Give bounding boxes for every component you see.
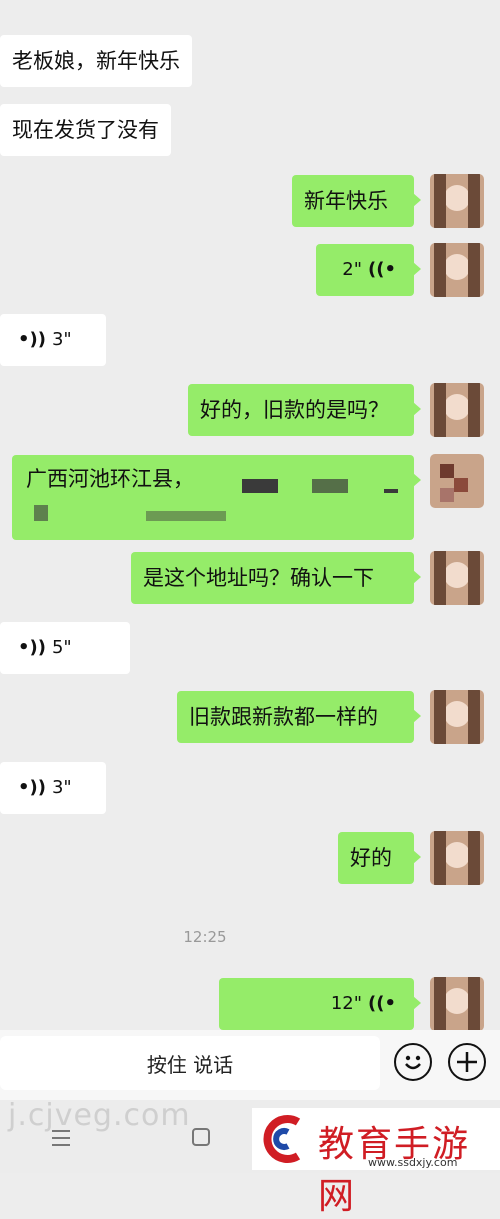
message-text: 旧款跟新款都一样的 <box>189 704 378 729</box>
redacted-block <box>34 505 48 521</box>
timestamp: 12:25 <box>183 928 227 946</box>
hold-to-talk-button[interactable]: 按住 说话 <box>0 1036 380 1090</box>
add-button[interactable] <box>448 1043 486 1081</box>
avatar[interactable] <box>430 383 484 437</box>
message-bubble-left[interactable]: 老板娘，新年快乐 <box>0 35 192 87</box>
voice-message-right[interactable]: 2" ((• <box>316 244 421 296</box>
message-bubble-right[interactable]: 好的，旧款的是吗？ <box>188 384 421 436</box>
message-text: 是这个地址吗？确认一下 <box>143 565 374 590</box>
home-icon[interactable] <box>190 1126 212 1148</box>
message-bubble-right[interactable]: 好的 <box>338 832 421 884</box>
message-text: 新年快乐 <box>304 188 388 213</box>
voice-duration: 2" <box>342 259 363 280</box>
redacted-block <box>242 479 278 493</box>
emoji-icon <box>405 1055 421 1070</box>
address-text: 广西河池环江县， <box>26 467 194 491</box>
avatar[interactable] <box>430 174 484 228</box>
voice-message-right[interactable]: 12" ((• <box>219 978 421 1030</box>
avatar[interactable] <box>430 831 484 885</box>
message-text: 好的，旧款的是吗？ <box>200 397 389 422</box>
message-text: 好的 <box>350 845 392 870</box>
avatar[interactable] <box>430 243 484 297</box>
avatar[interactable] <box>430 454 484 508</box>
plus-icon <box>457 1052 477 1072</box>
voice-wave-icon: •)) <box>18 777 46 798</box>
redacted-block <box>146 511 226 521</box>
message-bubble-left[interactable]: 现在发货了没有 <box>0 104 171 156</box>
voice-wave-icon: •)) <box>18 329 46 350</box>
logo-icon <box>263 1115 301 1163</box>
avatar-image <box>430 243 484 297</box>
avatar-image <box>430 690 484 744</box>
message-bubble-right[interactable]: 旧款跟新款都一样的 <box>177 691 421 743</box>
voice-wave-icon: ((• <box>368 259 396 280</box>
redacted-block <box>384 489 398 493</box>
voice-wave-icon: ((• <box>368 993 396 1014</box>
message-bubble-right[interactable]: 是这个地址吗？确认一下 <box>131 552 421 604</box>
avatar[interactable] <box>430 551 484 605</box>
emoji-button[interactable] <box>394 1043 432 1081</box>
voice-message-left[interactable]: •)) 3" <box>0 314 106 366</box>
voice-wave-icon: •)) <box>18 637 46 658</box>
voice-message-left[interactable]: •)) 5" <box>0 622 130 674</box>
chat-area[interactable]: 老板娘，新年快乐 现在发货了没有 新年快乐 2" ((• •)) 3" 好的，旧… <box>0 0 500 1030</box>
message-bubble-right[interactable]: 新年快乐 <box>292 175 421 227</box>
voice-duration: 3" <box>51 777 72 798</box>
voice-duration: 5" <box>51 637 72 658</box>
message-text: 老板娘，新年快乐 <box>12 48 180 73</box>
voice-duration: 3" <box>51 329 72 350</box>
logo-url: www.ssdxjy.com <box>368 1156 458 1169</box>
voice-message-left[interactable]: •)) 3" <box>0 762 106 814</box>
avatar-image <box>430 977 484 1030</box>
avatar-image <box>430 831 484 885</box>
avatar[interactable] <box>430 977 484 1030</box>
message-text: 现在发货了没有 <box>12 117 159 142</box>
avatar-image <box>430 454 484 508</box>
avatar-image <box>430 383 484 437</box>
watermark: j.cjveg.com <box>8 1098 191 1133</box>
redacted-block <box>312 479 348 493</box>
avatar-image <box>430 551 484 605</box>
avatar-image <box>430 174 484 228</box>
address-bubble[interactable]: 广西河池环江县， <box>12 455 421 540</box>
voice-duration: 12" <box>330 993 363 1014</box>
avatar[interactable] <box>430 690 484 744</box>
